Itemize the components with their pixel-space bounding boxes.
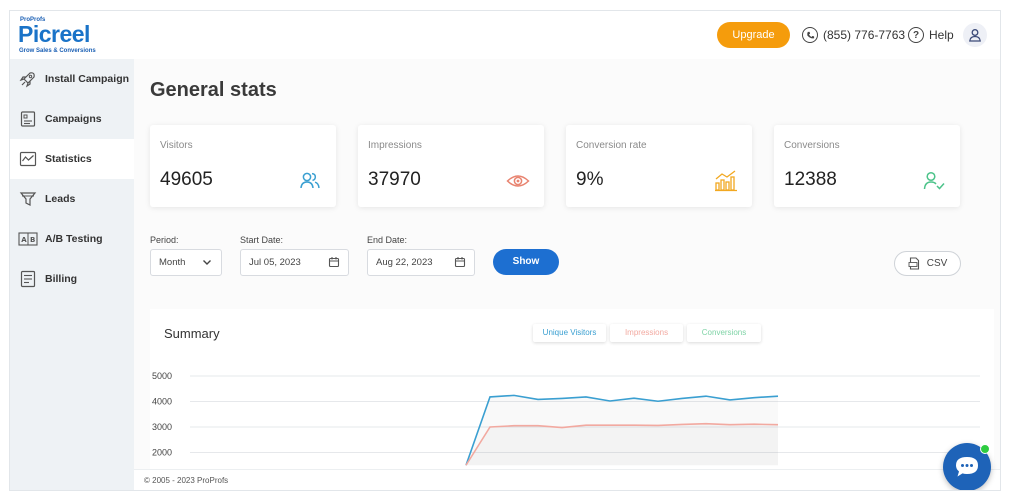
sidebar-item-ab-testing[interactable]: AB A/B Testing [10, 219, 134, 259]
stat-value: 37970 [368, 169, 421, 190]
logo-name: Picreel [18, 21, 90, 47]
top-header: ProProfs Picreel Grow Sales & Conversion… [10, 11, 1000, 59]
stat-label: Conversion rate [576, 140, 647, 151]
summary-panel: Summary Unique Visitors Impressions Conv… [150, 309, 994, 469]
stat-card-conversions: Conversions 12388 [774, 125, 960, 207]
upgrade-button[interactable]: Upgrade [717, 22, 790, 48]
y-tick-label: 3000 [152, 422, 172, 432]
stat-card-conversion-rate: Conversion rate 9% [566, 125, 752, 207]
funnel-icon [18, 189, 38, 209]
calendar-icon [454, 256, 466, 271]
billing-document-icon [18, 269, 38, 289]
csv-export-button[interactable]: CSV [894, 251, 961, 276]
users-icon [298, 169, 322, 193]
series-area [466, 423, 778, 466]
phone-contact[interactable]: (855) 776-7763 [802, 25, 905, 45]
phone-number: (855) 776-7763 [823, 28, 906, 42]
summary-line-chart: 5000 4000 3000 2000 [152, 371, 980, 466]
y-tick-label: 4000 [152, 397, 172, 407]
y-tick-label: 5000 [152, 371, 172, 381]
main-content: General stats Visitors 49605 Impressions… [134, 59, 1000, 469]
end-date-label: End Date: [367, 235, 408, 245]
help-label: Help [929, 28, 954, 42]
stat-value: 12388 [784, 169, 837, 190]
footer: © 2005 - 2023 ProProfs [134, 469, 1000, 490]
statistics-chart-icon [18, 149, 38, 169]
user-avatar[interactable] [963, 23, 987, 47]
end-date-input[interactable]: Aug 22, 2023 [367, 249, 475, 276]
user-check-icon [922, 169, 946, 193]
sidebar-nav: Install Campaign Campaigns Statistics Le… [10, 59, 134, 490]
help-link[interactable]: ? Help [908, 25, 954, 45]
csv-label: CSV [926, 258, 948, 269]
stat-value: 49605 [160, 169, 213, 190]
ab-test-icon: AB [18, 229, 38, 249]
start-date-input[interactable]: Jul 05, 2023 [240, 249, 349, 276]
stat-label: Conversions [784, 140, 840, 151]
chat-bubble-icon [956, 457, 978, 477]
bar-growth-icon [714, 169, 738, 193]
sidebar-item-label: Leads [45, 193, 76, 205]
sidebar-item-campaigns[interactable]: Campaigns [10, 99, 134, 139]
user-icon [969, 29, 981, 42]
sidebar-item-label: Install Campaign [45, 73, 130, 85]
period-label: Period: [150, 235, 179, 245]
period-value: Month [159, 257, 186, 268]
sidebar-item-statistics[interactable]: Statistics [10, 139, 134, 179]
sidebar-item-label: Campaigns [45, 113, 102, 125]
show-button[interactable]: Show [493, 249, 559, 275]
phone-icon [802, 27, 818, 43]
svg-text:A: A [21, 236, 27, 244]
sidebar-item-install-campaign[interactable]: Install Campaign [10, 59, 134, 99]
period-select[interactable]: Month [150, 249, 222, 276]
copyright-text: © 2005 - 2023 ProProfs [144, 476, 229, 485]
sidebar-item-leads[interactable]: Leads [10, 179, 134, 219]
stat-label: Visitors [160, 140, 193, 151]
end-date-value: Aug 22, 2023 [376, 257, 433, 268]
stat-label: Impressions [368, 140, 422, 151]
sidebar-item-label: Statistics [45, 153, 92, 165]
csv-file-icon [908, 257, 919, 270]
logo-tagline: Grow Sales & Conversions [19, 48, 96, 54]
calendar-icon [328, 256, 340, 271]
sidebar-item-billing[interactable]: Billing [10, 259, 134, 299]
stat-card-impressions: Impressions 37970 [358, 125, 544, 207]
page-title: General stats [150, 79, 277, 101]
svg-text:B: B [30, 236, 35, 244]
start-date-value: Jul 05, 2023 [249, 257, 301, 268]
rocket-icon [18, 69, 38, 89]
chevron-down-icon [201, 256, 213, 271]
picreel-logo[interactable]: ProProfs Picreel Grow Sales & Conversion… [18, 17, 128, 57]
app-frame: ProProfs Picreel Grow Sales & Conversion… [9, 10, 1001, 491]
help-icon: ? [908, 27, 924, 43]
campaign-list-icon [18, 109, 38, 129]
sidebar-item-label: Billing [45, 273, 78, 285]
sidebar-item-label: A/B Testing [45, 233, 103, 245]
start-date-label: Start Date: [240, 235, 284, 245]
online-status-dot [980, 444, 990, 454]
eye-icon [506, 169, 530, 193]
stat-value: 9% [576, 169, 604, 190]
y-tick-label: 2000 [152, 448, 172, 458]
stat-card-visitors: Visitors 49605 [150, 125, 336, 207]
